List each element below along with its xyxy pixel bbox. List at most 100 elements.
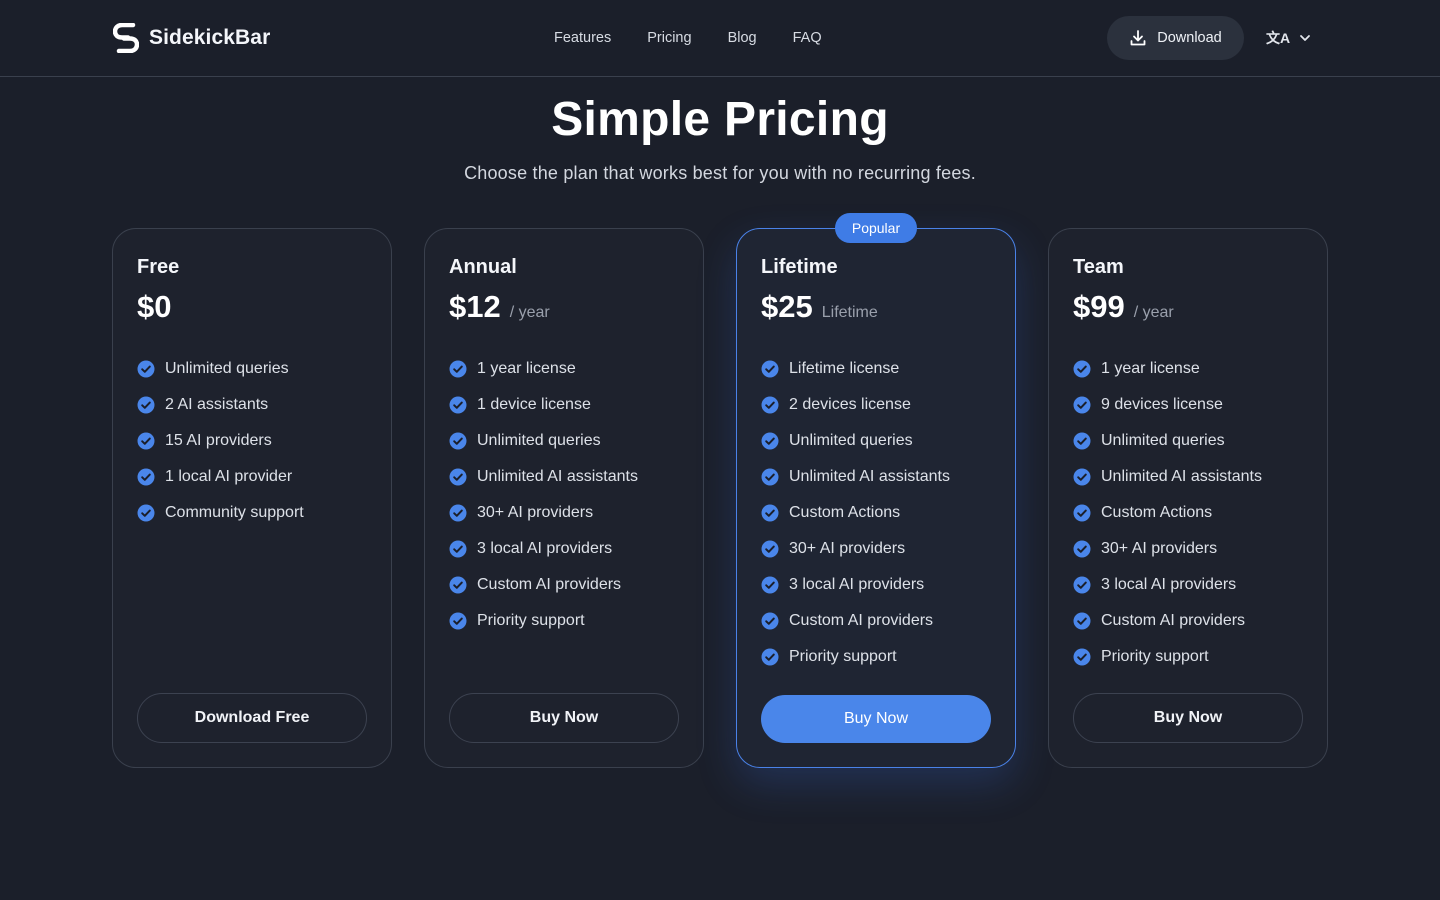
feature-item: Custom Actions	[761, 495, 950, 531]
check-circle-icon	[761, 612, 779, 630]
feature-label: 3 local AI providers	[1101, 576, 1237, 593]
sidekickbar-logo-icon	[113, 23, 139, 53]
feature-label: Unlimited queries	[1101, 432, 1225, 449]
feature-item: 30+ AI providers	[449, 495, 638, 531]
plan-price: $25	[761, 289, 813, 324]
download-icon	[1130, 30, 1146, 46]
feature-label: Unlimited queries	[789, 432, 913, 449]
check-circle-icon	[761, 360, 779, 378]
feature-label: 1 local AI provider	[165, 468, 293, 485]
feature-item: 2 AI assistants	[137, 387, 304, 423]
feature-label: 15 AI providers	[165, 432, 272, 449]
check-circle-icon	[449, 504, 467, 522]
check-circle-icon	[1073, 648, 1091, 666]
price-row: $99 / year	[1073, 289, 1174, 325]
price-row: $0	[137, 289, 180, 325]
feature-item: 3 local AI providers	[449, 531, 638, 567]
feature-label: 1 year license	[477, 360, 576, 377]
brand-name: SidekickBar	[149, 26, 271, 49]
nav-features[interactable]: Features	[554, 30, 611, 46]
brand-link[interactable]: SidekickBar	[113, 22, 270, 54]
feature-item: Lifetime license	[761, 351, 950, 387]
feature-item: Priority support	[449, 603, 638, 639]
feature-item: Unlimited queries	[761, 423, 950, 459]
feature-item: Custom Actions	[1073, 495, 1262, 531]
plan-card-lifetime: Popular Lifetime $25 Lifetime Lifetime l…	[736, 213, 1016, 768]
check-circle-icon	[1073, 360, 1091, 378]
plan-period: / year	[1133, 304, 1174, 321]
plan-card-team: Team $99 / year 1 year license 9 devices …	[1048, 228, 1328, 768]
feature-label: Priority support	[789, 648, 897, 665]
site-header: SidekickBar Features Pricing Blog FAQ Do…	[0, 0, 1440, 77]
feature-item: Priority support	[1073, 639, 1262, 675]
header-download-label: Download	[1157, 30, 1222, 46]
download-free-button[interactable]: Download Free	[137, 693, 367, 743]
feature-item: 1 year license	[1073, 351, 1262, 387]
feature-label: Custom AI providers	[789, 612, 934, 629]
feature-label: 30+ AI providers	[1101, 540, 1218, 557]
check-circle-icon	[137, 396, 155, 414]
check-circle-icon	[1073, 612, 1091, 630]
feature-list: 1 year license 1 device license Unlimited …	[449, 351, 638, 639]
check-circle-icon	[137, 468, 155, 486]
check-circle-icon	[761, 504, 779, 522]
feature-label: Unlimited AI assistants	[789, 468, 950, 485]
plan-price: $12	[449, 289, 501, 324]
feature-item: Custom AI providers	[1073, 603, 1262, 639]
translate-icon: 文A	[1266, 30, 1291, 46]
feature-item: 1 year license	[449, 351, 638, 387]
feature-list: 1 year license 9 devices license Unlimited…	[1073, 351, 1262, 675]
feature-label: Custom Actions	[1101, 504, 1213, 521]
check-circle-icon	[1073, 432, 1091, 450]
check-circle-icon	[1073, 504, 1091, 522]
language-selector[interactable]: 文A	[1266, 24, 1314, 52]
check-circle-icon	[761, 432, 779, 450]
feature-item: Unlimited queries	[449, 423, 638, 459]
plan-period: Lifetime	[821, 304, 878, 321]
check-circle-icon	[449, 612, 467, 630]
feature-label: Custom AI providers	[477, 576, 622, 593]
feature-label: Unlimited AI assistants	[1101, 468, 1262, 485]
buy-now-team-button[interactable]: Buy Now	[1073, 693, 1303, 743]
feature-item: Unlimited AI assistants	[449, 459, 638, 495]
feature-label: 3 local AI providers	[477, 540, 613, 557]
popular-badge: Popular	[835, 213, 917, 243]
plan-name: Lifetime	[761, 256, 838, 278]
feature-label: Custom Actions	[789, 504, 901, 521]
nav-blog[interactable]: Blog	[728, 30, 757, 46]
header-download-button[interactable]: Download	[1107, 16, 1244, 60]
feature-item: Unlimited AI assistants	[761, 459, 950, 495]
feature-item: 15 AI providers	[137, 423, 304, 459]
buy-now-annual-button[interactable]: Buy Now	[449, 693, 679, 743]
feature-label: Unlimited AI assistants	[477, 468, 638, 485]
feature-item: 1 local AI provider	[137, 459, 304, 495]
nav-faq[interactable]: FAQ	[793, 30, 822, 46]
feature-label: 1 year license	[1101, 360, 1200, 377]
feature-list: Lifetime license 2 devices license Unlimit…	[761, 351, 950, 675]
feature-label: 1 device license	[477, 396, 591, 413]
feature-item: 30+ AI providers	[761, 531, 950, 567]
check-circle-icon	[449, 360, 467, 378]
feature-item: Priority support	[761, 639, 950, 675]
check-circle-icon	[1073, 396, 1091, 414]
plan-name: Team	[1073, 256, 1124, 278]
plan-card-free: Free $0 Unlimited queries 2 AI assistants…	[112, 228, 392, 768]
check-circle-icon	[761, 396, 779, 414]
feature-item: Custom AI providers	[761, 603, 950, 639]
check-circle-icon	[761, 648, 779, 666]
plan-period: / year	[509, 304, 550, 321]
buy-now-lifetime-button[interactable]: Buy Now	[761, 695, 991, 743]
feature-item: Unlimited queries	[1073, 423, 1262, 459]
feature-label: 2 devices license	[789, 396, 911, 413]
feature-list: Unlimited queries 2 AI assistants 15 AI pr…	[137, 351, 304, 531]
check-circle-icon	[761, 540, 779, 558]
feature-item: 30+ AI providers	[1073, 531, 1262, 567]
feature-item: 3 local AI providers	[1073, 567, 1262, 603]
plan-price: $0	[137, 289, 172, 324]
chevron-down-icon	[1300, 35, 1311, 41]
feature-item: Unlimited AI assistants	[1073, 459, 1262, 495]
feature-item: Custom AI providers	[449, 567, 638, 603]
check-circle-icon	[761, 468, 779, 486]
plan-price: $99	[1073, 289, 1125, 324]
nav-pricing[interactable]: Pricing	[647, 30, 691, 46]
